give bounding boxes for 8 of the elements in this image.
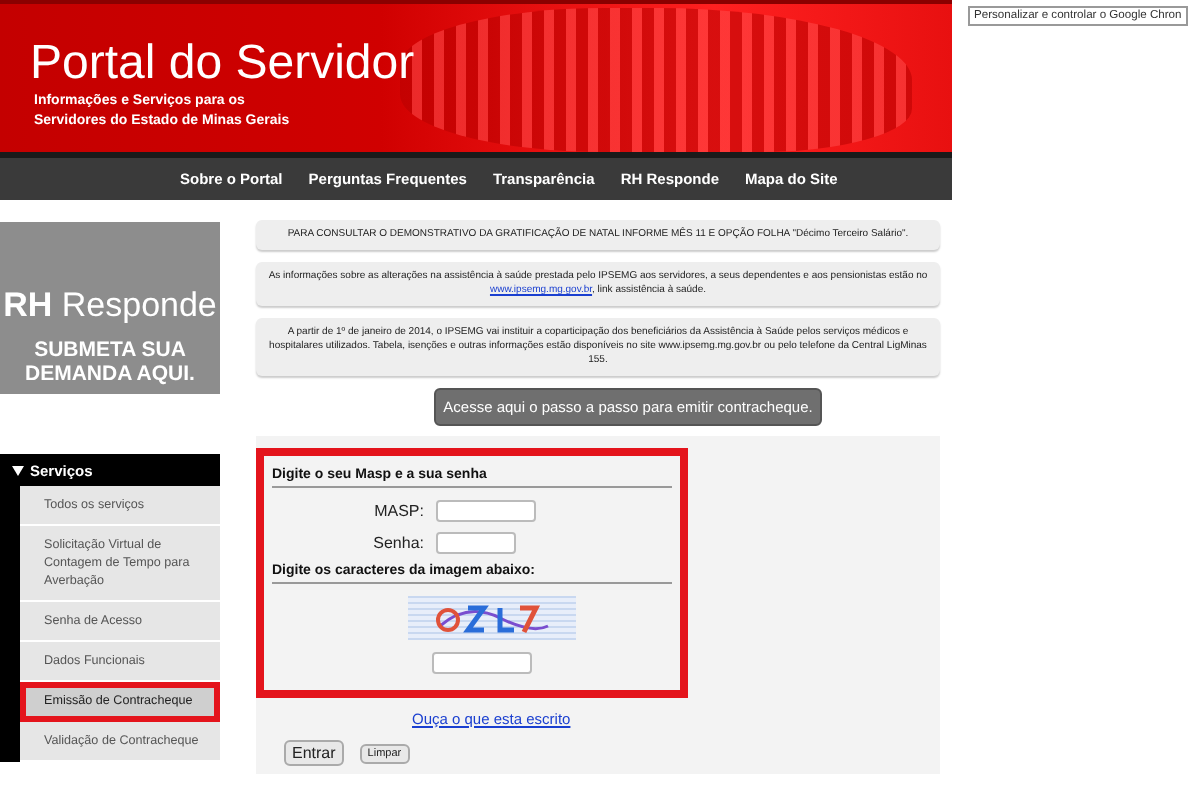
field-label: MASP:: [372, 502, 424, 520]
caret-icon: [12, 465, 24, 475]
captcha-input[interactable]: [432, 652, 532, 674]
portal-title: Portal do Servidor: [30, 36, 417, 92]
input-field[interactable]: [436, 532, 516, 554]
field-label: Senha:: [371, 534, 424, 552]
submit-button[interactable]: Entrar: [284, 740, 344, 766]
input-field[interactable]: [436, 500, 536, 522]
